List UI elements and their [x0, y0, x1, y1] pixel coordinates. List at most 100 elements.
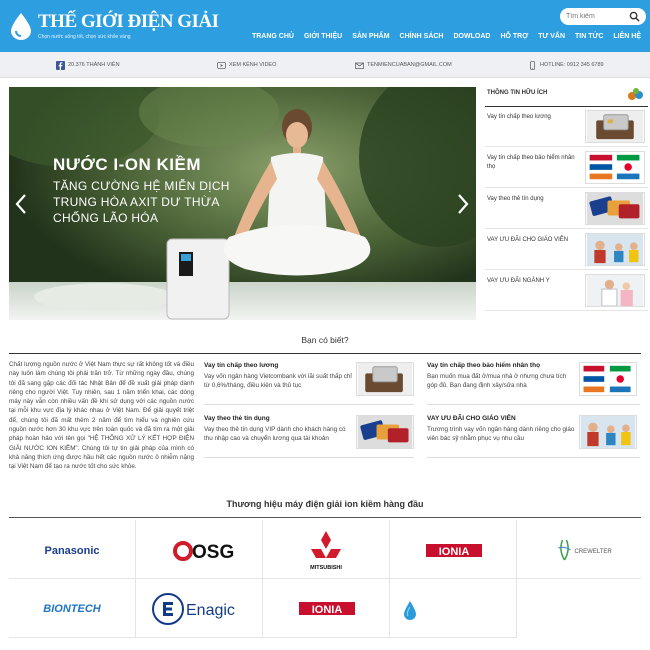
brand-drop[interactable]: [390, 579, 517, 638]
panel-title: THÔNG TIN HỮU ÍCH: [487, 90, 548, 96]
news-item[interactable]: VAY ƯU ĐÃI CHO GIÁO VIÊN Trương trình va…: [427, 413, 640, 458]
hero-line-2: TRUNG HÒA AXIT DƯ THỪA: [53, 195, 220, 209]
header-bar: THẾ GIỚI ĐIỆN GIẢI Chọn nước uống tốt, c…: [0, 0, 650, 52]
info-item-label: VAY ƯU ĐÃI CHO GIÁO VIÊN: [487, 237, 569, 243]
ionia-logo: IONIA: [299, 602, 355, 616]
hero-headline: NƯỚC I-ON KIỀM: [53, 155, 201, 174]
crewelter-logo: CREWELTER: [558, 539, 613, 561]
brand-biontech[interactable]: BIONTECH: [9, 579, 136, 638]
teacher-classroom-image: [585, 233, 645, 266]
svg-text:BIONTECH: BIONTECH: [43, 603, 102, 615]
nav-policy[interactable]: CHÍNH SÁCH: [395, 30, 449, 44]
ionia-logo: IONIA: [426, 544, 482, 558]
news-desc: Vay vốn ngân hàng Vietcombank với lãi su…: [204, 373, 352, 389]
brands-title: Thương hiệu máy điện giải ion kiềm hàng …: [226, 499, 424, 509]
info-item-label: VAY ƯU ĐÃI NGÀNH Y: [487, 278, 550, 284]
search-input[interactable]: [566, 10, 628, 23]
teacher-classroom-image: [579, 415, 637, 449]
doctor-image: [585, 274, 645, 307]
news-title[interactable]: Vay theo thẻ tín dụng: [204, 415, 270, 422]
info-item-label: Vay tín chấp theo bảo hiểm nhân thọ: [487, 155, 575, 170]
main-nav: TRANG CHỦ GIỚI THIỆU SẢN PHẨM CHÍNH SÁCH…: [247, 30, 646, 44]
credit-cards-image: [356, 415, 414, 449]
did-you-know-title: Bạn có biết?: [301, 335, 349, 345]
email-icon: [355, 62, 364, 69]
news-desc: Bạn muốn mua đất ở/mua nhà ở nhưng chưa …: [427, 373, 567, 389]
nav-contact[interactable]: LIÊN HỆ: [608, 30, 646, 44]
bird-icon: [628, 88, 643, 100]
water-drop-icon: [11, 13, 31, 40]
news-title[interactable]: Vay tín chấp theo bảo hiểm nhân thọ: [427, 362, 540, 369]
brand-osg[interactable]: OSG: [136, 520, 263, 579]
nav-download[interactable]: DOWLOAD: [449, 30, 496, 44]
insurance-logos-image: [585, 151, 645, 184]
info-item[interactable]: Vay tín chấp theo bảo hiểm nhân thọ: [485, 148, 648, 188]
search-box[interactable]: [560, 8, 646, 25]
brand-ionia[interactable]: IONIA: [390, 520, 517, 579]
brand-slogan: Chọn nước uống tốt, chọn sức khỏe vàng: [38, 34, 131, 40]
hotline-text: HOTLINE: 0912 345 6789: [540, 62, 604, 68]
osg-logo: OSG: [173, 541, 234, 563]
svg-text:OSG: OSG: [192, 542, 234, 563]
brand-name: THẾ GIỚI ĐIỆN GIẢI: [38, 11, 219, 32]
brand-enagic[interactable]: Enagic: [136, 579, 263, 638]
facebook-link[interactable]: 20.376 THÀNH VIÊN: [56, 60, 120, 70]
youtube-text: XEM KÊNH VIDEO: [229, 62, 277, 68]
news-item[interactable]: Vay theo thẻ tín dụng Vay theo thẻ tín d…: [204, 413, 414, 458]
brand-crewelter[interactable]: CREWELTER: [517, 520, 641, 579]
insurance-logos-image: [579, 362, 637, 396]
news-item[interactable]: Vay tín chấp theo lương Vay vốn ngân hàn…: [204, 360, 414, 405]
search-icon[interactable]: [629, 11, 640, 22]
svg-text:Panasonic: Panasonic: [44, 545, 99, 557]
email-link[interactable]: TENMIENCUABAN@GMAIL.COM: [355, 60, 452, 70]
info-item-label: Vay tín chấp theo lương: [487, 114, 551, 120]
hotline-link[interactable]: HOTLINE: 0912 345 6789: [528, 60, 604, 70]
news-desc: Trương trình vay vốn ngân hàng dành riên…: [427, 426, 575, 442]
section-rule: [9, 353, 641, 354]
nav-home[interactable]: TRANG CHỦ: [247, 30, 299, 44]
hero-slider[interactable]: NƯỚC I-ON KIỀM TĂNG CƯỜNG HỆ MIỄN DỊCH T…: [9, 87, 476, 320]
slider-prev-icon[interactable]: [14, 193, 28, 215]
brand-ionia-2[interactable]: IONIA: [263, 579, 390, 638]
info-item[interactable]: VAY ƯU ĐÃI CHO GIÁO VIÊN: [485, 230, 648, 270]
facebook-icon: [56, 60, 65, 70]
slider-next-icon[interactable]: [456, 193, 470, 215]
credit-cards-image: [585, 192, 645, 225]
youtube-icon: [217, 61, 226, 69]
youtube-link[interactable]: XEM KÊNH VIDEO: [217, 60, 276, 70]
nav-support[interactable]: HỖ TRỢ: [495, 30, 533, 44]
svg-text:IONIA: IONIA: [312, 604, 343, 616]
news-title[interactable]: Vay tín chấp theo lương: [204, 362, 278, 369]
site-logo[interactable]: THẾ GIỚI ĐIỆN GIẢI Chọn nước uống tốt, c…: [8, 8, 219, 44]
phone-icon: [530, 60, 535, 70]
brand-panasonic[interactable]: Panasonic: [9, 520, 136, 579]
card-in-wallet-image: [585, 110, 645, 143]
news-title[interactable]: VAY ƯU ĐÃI CHO GIÁO VIÊN: [427, 415, 516, 422]
hero-line-3: CHỐNG LÃO HÓA: [53, 211, 159, 225]
nav-products[interactable]: SẢN PHẨM: [347, 30, 394, 44]
email-text: TENMIENCUABAN@GMAIL.COM: [367, 62, 452, 68]
svg-text:CREWELTER: CREWELTER: [575, 549, 613, 555]
info-item[interactable]: VAY ƯU ĐÃI NGÀNH Y: [485, 271, 648, 311]
nav-consult[interactable]: TƯ VẤN: [533, 30, 570, 44]
facebook-members: 20.376 THÀNH VIÊN: [68, 62, 120, 68]
mitsubishi-logo: MITSUBISHI: [310, 531, 342, 571]
svg-text:MITSUBISHI: MITSUBISHI: [310, 565, 342, 571]
info-item[interactable]: Vay theo thẻ tín dụng: [485, 189, 648, 229]
panasonic-logo: Panasonic: [44, 545, 99, 557]
nav-news[interactable]: TIN TỨC: [570, 30, 608, 44]
card-in-wallet-image: [356, 362, 414, 396]
info-item[interactable]: Vay tín chấp theo lương: [485, 107, 648, 147]
nav-about[interactable]: GIỚI THIỆU: [299, 30, 347, 44]
water-drop-icon: [404, 601, 416, 620]
hero-line-1: TĂNG CƯỜNG HỆ MIỄN DỊCH: [53, 179, 230, 193]
news-desc: Vay theo thẻ tín dụng VIP dành cho khách…: [204, 426, 346, 442]
enagic-logo: Enagic: [152, 593, 235, 625]
brand-mitsubishi[interactable]: MITSUBISHI: [263, 520, 390, 579]
svg-text:Enagic: Enagic: [186, 602, 235, 619]
intro-paragraph: Chất lượng nguồn nước ở Việt Nam thực sự…: [9, 361, 194, 471]
useful-info-panel: THÔNG TIN HỮU ÍCH Vay tín chấp theo lươn…: [485, 87, 648, 322]
contact-bar: 20.376 THÀNH VIÊN XEM KÊNH VIDEO TENMIEN…: [0, 52, 650, 78]
svg-text:IONIA: IONIA: [439, 546, 470, 558]
news-item[interactable]: Vay tín chấp theo bảo hiểm nhân thọ Bạn …: [427, 360, 640, 405]
